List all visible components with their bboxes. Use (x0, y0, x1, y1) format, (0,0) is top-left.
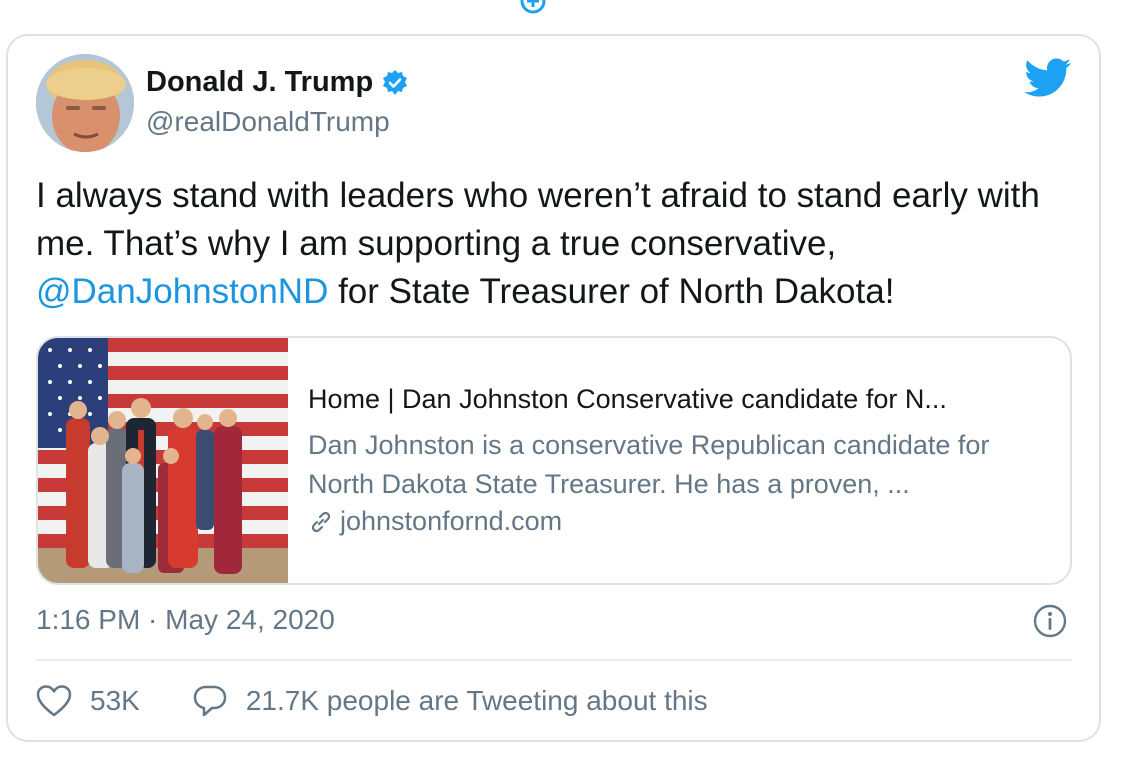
link-thumbnail-image (38, 338, 288, 583)
tweet-timestamp[interactable]: 1:16 PM · May 24, 2020 (36, 604, 335, 636)
like-count: 53K (90, 685, 140, 716)
divider (36, 659, 1072, 661)
link-preview-card[interactable]: Home | Dan Johnston Conservative candida… (36, 336, 1072, 585)
heart-icon[interactable] (36, 684, 72, 718)
verified-badge-icon (383, 69, 408, 95)
link-icon (311, 511, 331, 532)
plus-circle-icon[interactable] (520, 0, 546, 14)
info-icon[interactable] (1032, 603, 1068, 639)
link-title[interactable]: Home | Dan Johnston Conservative candida… (308, 384, 1048, 415)
tweet-text-part1: I always stand with leaders who weren’t … (36, 176, 1040, 263)
tweeting-action[interactable]: 21.7K people are Tweeting about this (192, 684, 708, 718)
mention-link[interactable]: @DanJohnstonND (36, 272, 328, 311)
tweet-text: I always stand with leaders who weren’t … (36, 172, 1076, 316)
display-name[interactable]: Donald J. Trump (146, 66, 373, 99)
reply-icon[interactable] (192, 684, 228, 718)
link-domain-row[interactable]: johnstonfornd.com (308, 506, 562, 537)
tweet-actions: 53K 21.7K people are Tweeting about this (36, 684, 708, 718)
author-name-row[interactable]: Donald J. Trump (146, 66, 409, 99)
like-action[interactable]: 53K (36, 684, 140, 718)
link-description: Dan Johnston is a conservative Republica… (308, 430, 990, 499)
avatar[interactable] (36, 54, 134, 152)
tweeting-count: 21.7K people are Tweeting about this (245, 685, 708, 716)
twitter-bird-icon[interactable] (1024, 58, 1072, 98)
tweet-text-part2: for State Treasurer of North Dakota! (328, 272, 895, 311)
link-domain: johnstonfornd.com (340, 506, 563, 536)
user-handle[interactable]: @realDonaldTrump (146, 106, 390, 138)
